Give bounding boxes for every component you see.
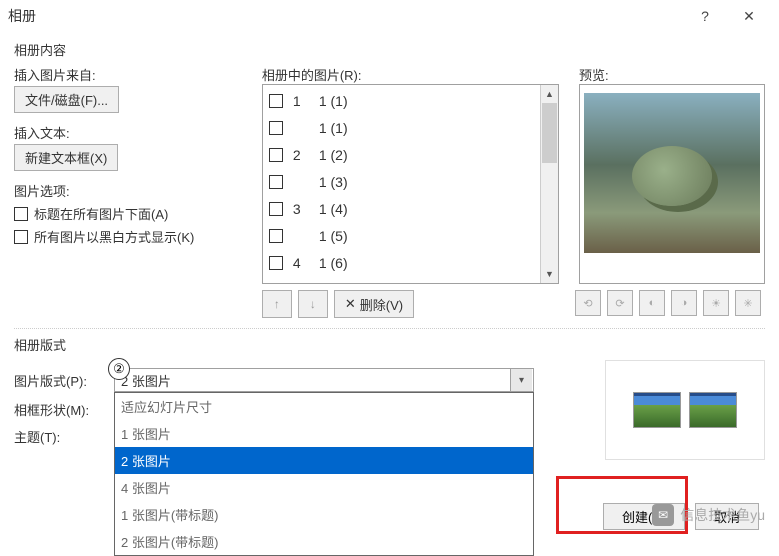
label-pic-options: 图片选项: [14,181,242,200]
contrast-up-button[interactable]: ◐ [639,290,665,316]
scroll-up-icon[interactable]: ▲ [541,85,558,103]
chevron-down-icon[interactable]: ▾ [510,369,532,391]
layout-preview-slide [633,392,681,428]
preview-box [579,84,765,284]
annotation-red-box [556,476,688,534]
list-item-label: 1 (3) [319,174,348,190]
brightness-down-button[interactable]: ✳ [735,290,761,316]
brightness-up-icon: ☀ [711,297,721,310]
list-item-checkbox[interactable] [269,175,283,189]
list-item-label: 1 (4) [319,201,348,217]
contrast-down-button[interactable]: ◑ [671,290,697,316]
list-item-label: 1 (1) [319,93,348,109]
label-theme: 主题(T): [14,427,114,446]
list-item-index: 1 [293,93,309,109]
scroll-down-icon[interactable]: ▼ [541,265,558,283]
list-item[interactable]: 1 (1) [263,114,540,141]
pic-layout-value: 2 张图片 [121,371,510,390]
pictures-listbox[interactable]: 11 (1)1 (1)21 (2)1 (3)31 (4)1 (5)41 (6) … [262,84,559,284]
dropdown-item[interactable]: 4 张图片 [115,474,533,501]
file-disk-button[interactable]: 文件/磁盘(F)... [14,86,119,113]
section-layout: 相册版式 [14,335,765,354]
list-item-checkbox[interactable] [269,202,283,216]
brightness-up-button[interactable]: ☀ [703,290,729,316]
rotate-left-button[interactable]: ⟲ [575,290,601,316]
scroll-thumb[interactable] [542,103,557,163]
label-pics-in-album: 相册中的图片(R): [262,65,559,84]
list-item-index: 4 [293,255,309,271]
arrow-up-icon: ↑ [274,297,280,311]
brightness-down-icon: ✳ [743,297,752,310]
label-insert-text: 插入文本: [14,123,242,142]
list-item[interactable]: 1 (5) [263,222,540,249]
label-insert-from: 插入图片来自: [14,65,242,84]
checkbox-caption-label: 标题在所有图片下面(A) [34,204,168,223]
scrollbar[interactable]: ▲ ▼ [540,85,558,283]
checkbox-caption[interactable] [14,207,28,221]
remove-button[interactable]: ✕ 删除(V) [334,290,414,318]
contrast-up-icon: ◐ [649,297,656,309]
label-preview: 预览: [579,65,765,84]
dropdown-item[interactable]: 1 张图片 [115,420,533,447]
label-frame-shape: 相框形状(M): [14,400,114,419]
list-item[interactable]: 1 (3) [263,168,540,195]
list-item-index: 3 [293,201,309,217]
layout-preview [605,360,765,460]
list-item[interactable]: 1 1 (1) [263,87,540,114]
list-item[interactable]: 4 1 (6) [263,249,540,276]
label-pic-layout: 图片版式(P): [14,371,114,390]
list-item-label: 1 (1) [319,120,348,136]
dialog-title: 相册 [8,6,683,26]
layout-preview-slide [689,392,737,428]
rotate-right-icon: ⟳ [615,297,624,310]
x-icon: ✕ [345,296,356,312]
remove-label: 删除(V) [360,295,403,314]
list-item-label: 1 (5) [319,228,348,244]
annotation-badge: ② [108,358,130,380]
contrast-down-icon: ◑ [681,297,688,309]
list-item-checkbox[interactable] [269,229,283,243]
checkbox-bw[interactable] [14,230,28,244]
dropdown-item[interactable]: 适应幻灯片尺寸 [115,393,533,420]
move-up-button[interactable]: ↑ [262,290,292,318]
dropdown-item[interactable]: 2 张图片(带标题) [115,528,533,555]
dropdown-item[interactable]: 2 张图片 [115,447,533,474]
new-textbox-button[interactable]: 新建文本框(X) [14,144,118,171]
pic-layout-dropdown[interactable]: 适应幻灯片尺寸1 张图片2 张图片4 张图片1 张图片(带标题)2 张图片(带标… [114,392,534,556]
rotate-left-icon: ⟲ [583,297,592,310]
list-item-checkbox[interactable] [269,121,283,135]
dropdown-item[interactable]: 1 张图片(带标题) [115,501,533,528]
list-item-label: 1 (2) [319,147,348,163]
list-item-label: 1 (6) [319,255,348,271]
preview-image [584,93,760,253]
list-item-checkbox[interactable] [269,94,283,108]
move-down-button[interactable]: ↓ [298,290,328,318]
section-content: 相册内容 [14,40,765,59]
checkbox-bw-label: 所有图片以黑白方式显示(K) [34,227,194,246]
file-disk-label: 文件/磁盘(F)... [25,93,108,108]
list-item-checkbox[interactable] [269,256,283,270]
help-button[interactable]: ? [683,2,727,30]
pic-layout-combo[interactable]: 2 张图片 ▾ 适应幻灯片尺寸1 张图片2 张图片4 张图片1 张图片(带标题)… [114,368,534,392]
new-textbox-label: 新建文本框(X) [25,151,107,166]
arrow-down-icon: ↓ [310,297,316,311]
list-item-checkbox[interactable] [269,148,283,162]
list-item-index: 2 [293,147,309,163]
list-item[interactable]: 2 1 (2) [263,141,540,168]
rotate-right-button[interactable]: ⟳ [607,290,633,316]
list-item[interactable]: 3 1 (4) [263,195,540,222]
cancel-button[interactable]: 取消 [695,503,759,530]
close-button[interactable]: ✕ [727,2,771,30]
